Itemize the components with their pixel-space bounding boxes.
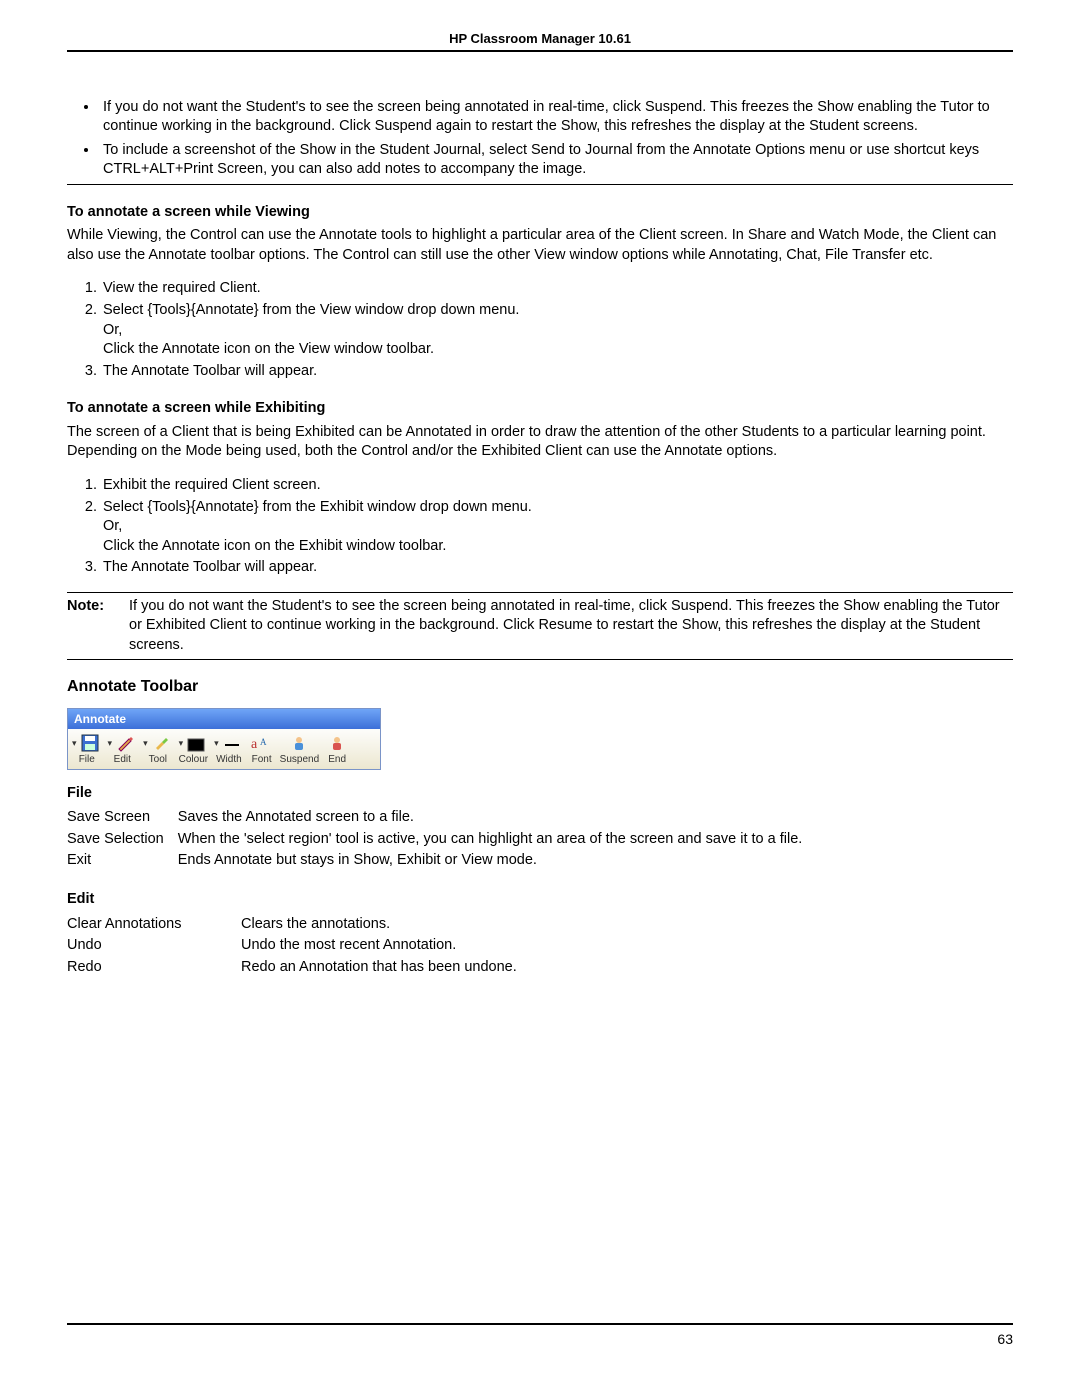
annotate-toolbar-window: Annotate ▾ File ▾ Edit ▾ Tool ▾ Colour ▾… (67, 708, 381, 770)
toolbar-item-label: Suspend (280, 753, 319, 767)
note-box: Note: If you do not want the Student's t… (67, 592, 1013, 661)
toolbar-colour-button[interactable]: ▾ Colour (179, 732, 209, 767)
table-row: UndoUndo the most recent Annotation. (67, 935, 525, 957)
term: Exit (67, 850, 178, 872)
table-row: Save ScreenSaves the Annotated screen to… (67, 807, 810, 829)
divider (67, 184, 1013, 185)
colour-swatch-icon (184, 732, 208, 752)
list-item: Select {Tools}{Annotate} from the View w… (101, 301, 1013, 360)
toolbar-file-button[interactable]: ▾ File (72, 732, 102, 767)
list-item: View the required Client. (101, 279, 1013, 299)
intro-bullets: If you do not want the Student's to see … (67, 98, 1013, 180)
dropdown-arrow-icon: ▾ (143, 737, 148, 749)
toolbar-item-label: File (79, 753, 95, 767)
definition: Undo the most recent Annotation. (241, 935, 525, 957)
toolbar-item-label: Font (252, 753, 272, 767)
note-text: If you do not want the Student's to see … (123, 597, 1013, 656)
toolbar-font-button[interactable]: aA Font (250, 732, 274, 767)
term: Redo (67, 957, 241, 979)
toolbar-item-label: End (328, 753, 346, 767)
edit-menu-table: Clear AnnotationsClears the annotations.… (67, 914, 525, 979)
table-row: ExitEnds Annotate but stays in Show, Exh… (67, 850, 810, 872)
annotate-toolbar-heading: Annotate Toolbar (67, 676, 1013, 698)
definition: Saves the Annotated screen to a file. (178, 807, 811, 829)
toolbar-item-label: Tool (149, 753, 167, 767)
note-label: Note: (67, 597, 123, 656)
dropdown-arrow-icon: ▾ (179, 737, 184, 749)
dropdown-arrow-icon: ▾ (72, 737, 77, 749)
exhibiting-heading: To annotate a screen while Exhibiting (67, 399, 1013, 419)
exhibiting-intro: The screen of a Client that is being Exh… (67, 423, 1013, 462)
file-menu-heading: File (67, 784, 1013, 804)
toolbar-item-label: Width (216, 753, 242, 767)
file-menu-table: Save ScreenSaves the Annotated screen to… (67, 807, 810, 872)
line-width-icon (220, 732, 244, 752)
dropdown-arrow-icon: ▾ (214, 737, 219, 749)
list-item: To include a screenshot of the Show in t… (99, 141, 1013, 180)
toolbar-window-title: Annotate (68, 709, 380, 729)
svg-text:A: A (260, 737, 267, 747)
term: Clear Annotations (67, 914, 241, 936)
list-item: Select {Tools}{Annotate} from the Exhibi… (101, 498, 1013, 557)
suspend-icon (287, 732, 311, 752)
table-row: Save SelectionWhen the 'select region' t… (67, 829, 810, 851)
viewing-heading: To annotate a screen while Viewing (67, 203, 1013, 223)
table-row: RedoRedo an Annotation that has been und… (67, 957, 525, 979)
toolbar-width-button[interactable]: ▾ Width (214, 732, 244, 767)
exhibiting-steps: Exhibit the required Client screen. Sele… (67, 476, 1013, 578)
definition: When the 'select region' tool is active,… (178, 829, 811, 851)
definition: Clears the annotations. (241, 914, 525, 936)
brush-icon (149, 732, 173, 752)
font-icon: aA (250, 732, 274, 752)
toolbar-item-label: Colour (179, 753, 208, 767)
list-item: The Annotate Toolbar will appear. (101, 362, 1013, 382)
page-header-title: HP Classroom Manager 10.61 (67, 30, 1013, 48)
page-number: 63 (997, 1330, 1013, 1349)
viewing-intro: While Viewing, the Control can use the A… (67, 226, 1013, 265)
list-item: Exhibit the required Client screen. (101, 476, 1013, 496)
toolbar-body: ▾ File ▾ Edit ▾ Tool ▾ Colour ▾ Width aA… (68, 729, 380, 769)
pencil-icon (113, 732, 137, 752)
list-item: If you do not want the Student's to see … (99, 98, 1013, 137)
toolbar-suspend-button[interactable]: Suspend (280, 732, 319, 767)
footer-rule (67, 1323, 1013, 1325)
definition: Redo an Annotation that has been undone. (241, 957, 525, 979)
table-row: Clear AnnotationsClears the annotations. (67, 914, 525, 936)
definition: Ends Annotate but stays in Show, Exhibit… (178, 850, 811, 872)
dropdown-arrow-icon: ▾ (108, 737, 113, 749)
term: Save Screen (67, 807, 178, 829)
toolbar-edit-button[interactable]: ▾ Edit (108, 732, 138, 767)
term: Save Selection (67, 829, 178, 851)
toolbar-item-label: Edit (114, 753, 131, 767)
svg-text:a: a (251, 737, 258, 752)
term: Undo (67, 935, 241, 957)
end-icon (325, 732, 349, 752)
list-item: The Annotate Toolbar will appear. (101, 558, 1013, 578)
viewing-steps: View the required Client. Select {Tools}… (67, 279, 1013, 381)
edit-menu-heading: Edit (67, 890, 1013, 910)
toolbar-end-button[interactable]: End (325, 732, 349, 767)
floppy-disk-icon (78, 732, 102, 752)
toolbar-tool-button[interactable]: ▾ Tool (143, 732, 173, 767)
